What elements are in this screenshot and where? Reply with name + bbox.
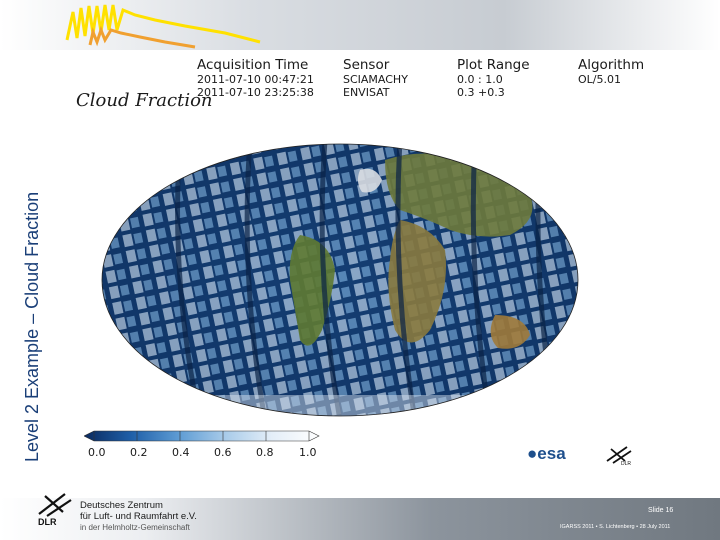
dlr-small-logo-text: DLR bbox=[621, 461, 632, 467]
org-line-2: für Luft- und Raumfahrt e.V. bbox=[80, 511, 197, 522]
colorbar-tick: 0.2 bbox=[130, 446, 148, 459]
algorithm-version: OL/5.01 bbox=[578, 73, 621, 86]
dlr-logo-text: DLR bbox=[38, 517, 57, 527]
footer-note: IGARSS 2011 • S. Lichtenberg • 28 July 2… bbox=[560, 524, 671, 530]
sensor-instrument: SCIAMACHY bbox=[343, 73, 408, 86]
colorbar bbox=[84, 430, 320, 442]
dlr-logo-icon bbox=[38, 493, 72, 517]
organization-name: Deutsches Zentrum für Luft- und Raumfahr… bbox=[80, 500, 197, 533]
acquisition-time-start: 2011-07-10 00:47:21 bbox=[197, 73, 314, 86]
plot-range-secondary: 0.3 +0.3 bbox=[457, 86, 505, 99]
orbit-trace-graphic bbox=[65, 4, 261, 49]
plot-title: Cloud Fraction bbox=[76, 90, 213, 111]
sensor-platform: ENVISAT bbox=[343, 86, 390, 99]
header-plot-range-label: Plot Range bbox=[457, 57, 530, 73]
colorbar-tick: 0.6 bbox=[214, 446, 232, 459]
cloud-fraction-map bbox=[101, 143, 579, 417]
header-sensor-label: Sensor bbox=[343, 57, 390, 73]
slide-title-vertical: Level 2 Example – Cloud Fraction bbox=[22, 191, 42, 462]
esa-logo: ●esa bbox=[527, 444, 566, 463]
org-line-1: Deutsches Zentrum bbox=[80, 500, 163, 511]
plot-range-value: 0.0 : 1.0 bbox=[457, 73, 503, 86]
colorbar-tick: 0.4 bbox=[172, 446, 190, 459]
header-algorithm-label: Algorithm bbox=[578, 57, 645, 73]
header-acquisition-time-label: Acquisition Time bbox=[197, 57, 309, 73]
org-line-3: in der Helmholtz-Gemeinschaft bbox=[80, 523, 190, 532]
colorbar-tick: 0.0 bbox=[88, 446, 106, 459]
acquisition-time-end: 2011-07-10 23:25:38 bbox=[197, 86, 314, 99]
slide-number: Slide 16 bbox=[648, 507, 674, 514]
colorbar-tick: 0.8 bbox=[256, 446, 274, 459]
colorbar-tick: 1.0 bbox=[299, 446, 317, 459]
